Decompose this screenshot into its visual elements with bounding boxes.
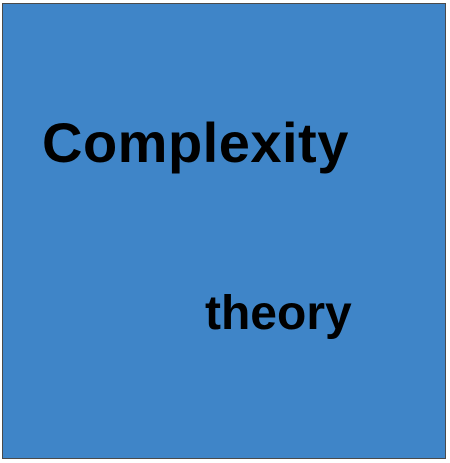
title-word-complexity: Complexity bbox=[42, 111, 349, 174]
title-tile: Complexity theory bbox=[2, 3, 446, 459]
title-word-theory: theory bbox=[205, 287, 352, 340]
